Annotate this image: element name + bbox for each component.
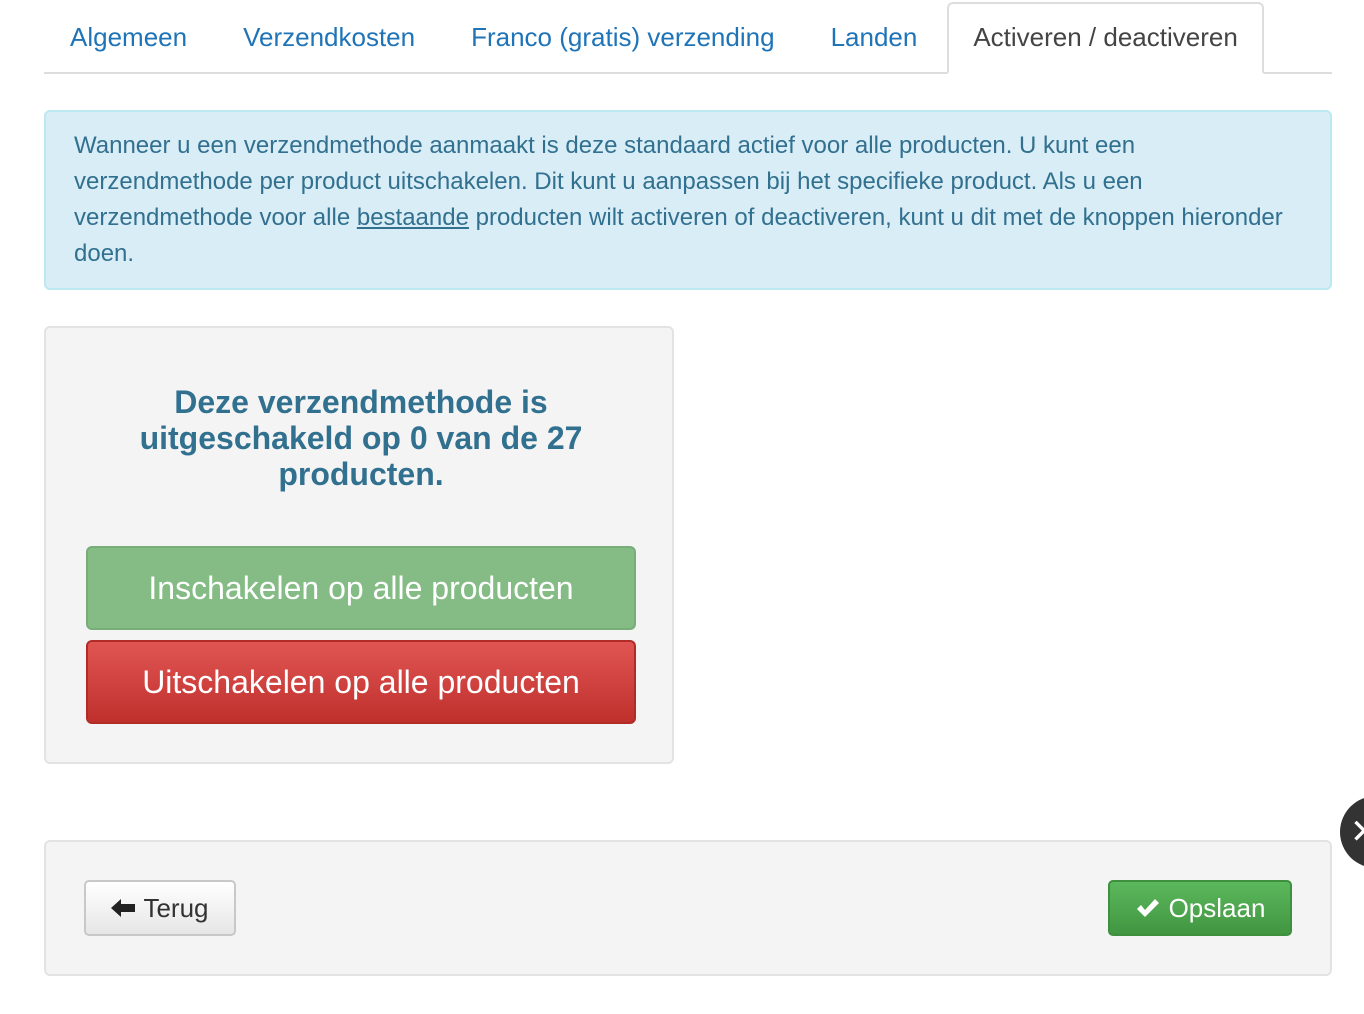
- tab-verzendkosten[interactable]: Verzendkosten: [215, 0, 443, 72]
- tab-bar: Algemeen Verzendkosten Franco (gratis) v…: [44, 0, 1332, 74]
- disable-all-button[interactable]: Uitschakelen op alle producten: [86, 640, 636, 724]
- form-actions-bar: Terug Opslaan: [44, 840, 1332, 976]
- back-button-label: Terug: [143, 892, 209, 923]
- tab-franco-verzending[interactable]: Franco (gratis) verzending: [443, 0, 802, 72]
- save-button[interactable]: Opslaan: [1108, 880, 1292, 936]
- status-heading: Deze verzendmethode is uitgeschakeld op …: [139, 384, 583, 492]
- info-alert: Wanneer u een verzendmethode aanmaakt is…: [44, 110, 1332, 290]
- back-button[interactable]: Terug: [84, 880, 236, 936]
- info-text-underlined: bestaande: [356, 204, 469, 231]
- tab-landen[interactable]: Landen: [803, 0, 946, 72]
- checkmark-icon: [1135, 897, 1161, 919]
- close-icon[interactable]: ✕: [1340, 796, 1364, 868]
- save-button-label: Opslaan: [1168, 892, 1266, 923]
- status-panel: Deze verzendmethode is uitgeschakeld op …: [44, 326, 674, 764]
- page: Algemeen Verzendkosten Franco (gratis) v…: [0, 0, 1364, 1014]
- arrow-left-icon: [111, 898, 136, 918]
- tab-activeren-deactiveren[interactable]: Activeren / deactiveren: [947, 2, 1264, 74]
- tab-algemeen[interactable]: Algemeen: [44, 0, 215, 72]
- enable-all-button[interactable]: Inschakelen op alle producten: [86, 546, 636, 630]
